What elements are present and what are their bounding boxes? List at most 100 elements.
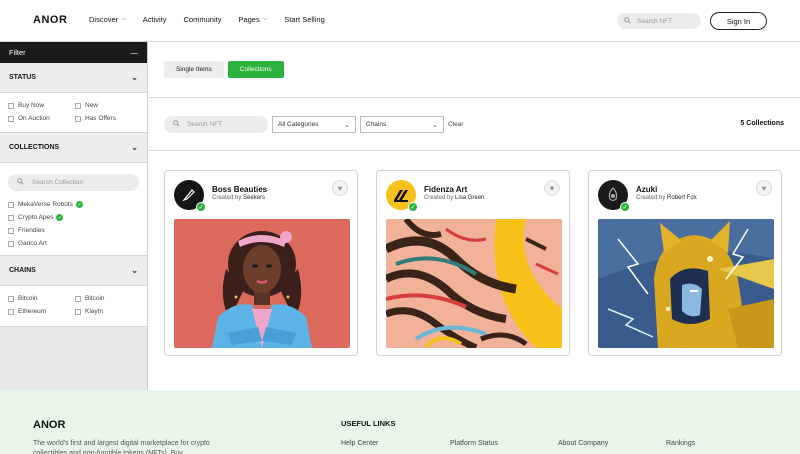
nav-activity[interactable]: Activity: [143, 15, 167, 24]
chains-header[interactable]: CHAINS ⌄: [0, 256, 147, 286]
checkbox-icon: [75, 102, 81, 109]
view-tabs: Single Items Collections: [164, 61, 284, 78]
collection-card-azuki[interactable]: ✓ Azuki Created by Robert Fox ♥: [588, 170, 782, 356]
collection-garico-checkbox[interactable]: Garico Art: [8, 240, 139, 247]
chain-select[interactable]: Chains ⌄: [360, 116, 444, 133]
collection-card-fidenza-art[interactable]: ✓ Fidenza Art Created by Lisa Green ♥: [376, 170, 570, 356]
collection-mekaverse-checkbox[interactable]: MekaVerse Robots ✓: [8, 201, 139, 208]
search-icon: [173, 120, 180, 129]
category-select[interactable]: All Categories ⌄: [272, 116, 356, 133]
heart-icon[interactable]: ♥: [332, 180, 348, 196]
creator-link[interactable]: Seekers: [243, 195, 265, 201]
collection-crypto-apes-checkbox[interactable]: Crypto Apes ✓: [8, 214, 139, 221]
nav-start-selling[interactable]: Start Selling: [284, 15, 324, 24]
chevron-down-icon: ⌵: [121, 16, 126, 22]
nav-discover[interactable]: Discover ⌵: [89, 15, 126, 24]
search-icon: [624, 16, 631, 26]
status-has-offers-checkbox[interactable]: Has Offers: [75, 115, 142, 122]
footer-link-rankings[interactable]: Rankings: [666, 440, 695, 447]
checkbox-icon: [8, 308, 14, 315]
status-new-checkbox[interactable]: New: [75, 102, 142, 109]
checkbox-label: Buy Now: [18, 102, 45, 109]
logo[interactable]: ANOR: [33, 14, 67, 26]
checkbox-label: Has Offers: [85, 115, 116, 122]
search-placeholder: Search NFT: [187, 121, 223, 128]
feather-pen-icon: [182, 189, 195, 202]
chain-bitcoin-checkbox[interactable]: Bitcoin: [75, 295, 142, 302]
filter-header[interactable]: Filter —: [0, 42, 147, 63]
collection-search-input[interactable]: Search Collection: [8, 174, 139, 191]
search-placeholder: Search Collection: [32, 179, 83, 186]
checkbox-icon: [75, 115, 81, 122]
chain-ethereum-checkbox[interactable]: Ethereum: [8, 308, 75, 315]
collections-count: 5 Collections: [740, 120, 784, 127]
checkbox-label: New: [85, 102, 99, 109]
collection-friendies-checkbox[interactable]: Friendies: [8, 227, 139, 234]
created-by-label: Created by: [212, 195, 242, 201]
checkbox-icon: [8, 201, 14, 208]
section-title: CHAINS: [9, 267, 36, 274]
status-buy-now-checkbox[interactable]: Buy Now: [8, 102, 75, 109]
chevron-down-icon: ⌄: [344, 121, 350, 129]
creator-link[interactable]: Robert Fox: [667, 195, 697, 201]
tab-collections[interactable]: Collections: [227, 61, 284, 78]
footer-link-about-company[interactable]: About Company: [558, 440, 608, 447]
chevron-down-icon: ⌄: [131, 266, 138, 275]
collapse-icon[interactable]: —: [131, 48, 139, 57]
nav-label: Community: [183, 15, 222, 24]
divider: [148, 150, 800, 151]
nav-community[interactable]: Community: [184, 15, 222, 24]
checkbox-icon: [75, 295, 81, 302]
footer-logo[interactable]: ANOR: [33, 419, 65, 431]
footer: ANOR The world's first and largest digit…: [0, 390, 800, 454]
heart-icon[interactable]: ♥: [544, 180, 560, 196]
card-image[interactable]: [598, 219, 774, 348]
tab-single-items[interactable]: Single Items: [164, 61, 224, 78]
creator-link[interactable]: Lisa Green: [455, 195, 484, 201]
checkbox-label: Ethereum: [18, 308, 47, 315]
section-title: STATUS: [9, 74, 36, 81]
nav-label: Start Selling: [284, 15, 325, 24]
verified-check-icon: ✓: [620, 202, 630, 212]
status-on-auction-checkbox[interactable]: On Auction: [8, 115, 75, 122]
verified-check-icon: ✓: [75, 201, 83, 208]
select-value: Chains: [366, 121, 387, 128]
status-header[interactable]: STATUS ⌄: [0, 63, 147, 93]
avatar: ✓: [598, 180, 630, 212]
sign-in-button[interactable]: Sign In: [710, 12, 767, 30]
divider: [148, 97, 800, 98]
card-title[interactable]: Fidenza Art: [424, 185, 467, 194]
footer-link-platform-status[interactable]: Platform Status: [450, 440, 498, 447]
checkbox-label: Garico Art: [18, 240, 47, 247]
fidenza-artwork: [386, 219, 562, 348]
footer-link-help-center[interactable]: Help Center: [341, 440, 378, 447]
chain-klaytn-checkbox[interactable]: Klaytn: [75, 308, 142, 315]
chevron-down-icon: ⌄: [131, 73, 138, 82]
collection-card-boss-beauties[interactable]: ✓ Boss Beauties Created by Seekers ♥: [164, 170, 358, 356]
card-title[interactable]: Boss Beauties: [212, 185, 267, 194]
nft-search-input[interactable]: Search NFT: [164, 116, 268, 133]
chains-section: CHAINS ⌄ Bitcoin Bitcoin Ethereum Klaytn: [0, 256, 147, 327]
collections-header[interactable]: COLLECTIONS ⌄: [0, 133, 147, 163]
search-placeholder: Search NFT: [637, 17, 673, 25]
header-search-input[interactable]: Search NFT: [617, 13, 701, 29]
card-image[interactable]: [174, 219, 350, 348]
useful-links-heading: USEFUL LINKS: [341, 419, 396, 428]
main-nav: Discover ⌵ Activity Community Pages ⌵ Star…: [89, 15, 342, 24]
chain-bitcoin-checkbox[interactable]: Bitcoin: [8, 295, 75, 302]
checkbox-icon: [8, 227, 14, 234]
checkbox-icon: [75, 308, 81, 315]
chevron-down-icon: ⌄: [131, 143, 138, 152]
card-image[interactable]: [386, 219, 562, 348]
created-by-label: Created by: [636, 195, 666, 201]
card-title[interactable]: Azuki: [636, 185, 657, 194]
heart-icon[interactable]: ♥: [756, 180, 772, 196]
collections-section: COLLECTIONS ⌄ Search Collection MekaVers…: [0, 133, 147, 256]
filter-sidebar: Filter — STATUS ⌄ Buy Now New On Auction…: [0, 42, 148, 390]
nav-pages[interactable]: Pages ⌵: [238, 15, 267, 24]
search-icon: [17, 178, 24, 187]
azuki-logo-icon: [608, 187, 618, 202]
filter-title: Filter: [9, 48, 26, 57]
checkbox-label: On Auction: [18, 115, 50, 122]
clear-filters-link[interactable]: Clear: [448, 121, 464, 128]
